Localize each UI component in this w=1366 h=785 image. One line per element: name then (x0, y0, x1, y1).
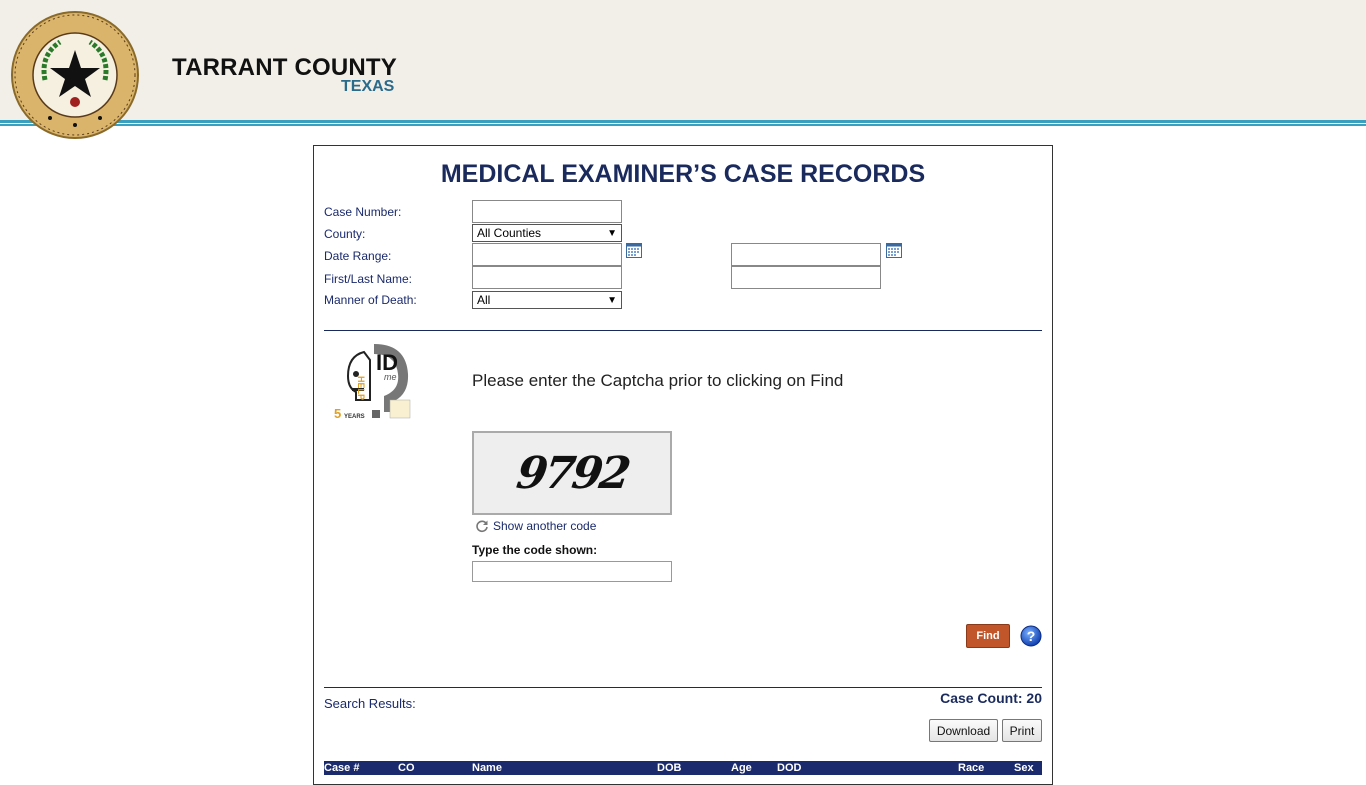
name-label: First/Last Name: (324, 272, 413, 286)
page-title: MEDICAL EXAMINER’S CASE RECORDS (440, 160, 926, 188)
manner-of-death-label: Manner of Death: (324, 293, 417, 307)
column-header-name[interactable]: Name (472, 762, 502, 774)
county-select[interactable]: All Counties ▼ (472, 224, 622, 242)
show-another-code-label: Show another code (493, 519, 597, 533)
find-button[interactable]: Find (966, 624, 1010, 648)
results-divider (324, 687, 1042, 688)
svg-text:YEARS: YEARS (344, 414, 365, 420)
print-button[interactable]: Print (1002, 719, 1042, 742)
column-header-sex[interactable]: Sex (1014, 762, 1034, 774)
download-button[interactable]: Download (929, 719, 998, 742)
svg-text:HELP: HELP (356, 376, 366, 400)
column-header-case[interactable]: Case # (324, 762, 359, 774)
captcha-instructions: Please enter the Captcha prior to clicki… (472, 371, 844, 390)
svg-text:?: ? (1027, 628, 1036, 644)
help-icon[interactable]: ? (1020, 625, 1042, 647)
header-divider-secondary (0, 124, 1366, 126)
svg-text:5: 5 (334, 406, 341, 421)
identify-me-logo: ID HELP me 5 YEARS (334, 344, 411, 421)
captcha-code-label: Type the code shown: (472, 543, 598, 557)
search-results-label: Search Results: (324, 696, 416, 711)
svg-text:me: me (384, 372, 397, 382)
county-label: County: (324, 227, 366, 241)
search-panel: MEDICAL EXAMINER’S CASE RECORDS Case Num… (313, 145, 1053, 785)
case-number-label: Case Number: (324, 205, 402, 219)
date-to-input[interactable] (731, 243, 881, 266)
results-table-header: Case # CO Name DOB Age DOD Race Sex (324, 761, 1042, 775)
column-header-dob[interactable]: DOB (657, 762, 681, 774)
column-header-age[interactable]: Age (731, 762, 752, 774)
column-header-race[interactable]: Race (958, 762, 984, 774)
case-number-input[interactable] (472, 200, 622, 223)
column-header-county[interactable]: CO (398, 762, 415, 774)
header-divider (0, 120, 1366, 123)
captcha-code-input[interactable] (472, 561, 672, 582)
calendar-icon[interactable] (886, 243, 902, 258)
section-divider (324, 330, 1042, 331)
county-selected-value: All Counties (477, 226, 542, 240)
chevron-down-icon: ▼ (607, 227, 617, 239)
date-from-input[interactable] (472, 243, 622, 266)
refresh-icon (476, 520, 488, 533)
manner-of-death-select[interactable]: All ▼ (472, 291, 622, 309)
county-seal-icon[interactable] (10, 10, 140, 140)
captcha-code: 9792 (513, 447, 631, 499)
chevron-down-icon: ▼ (607, 294, 617, 306)
show-another-code-link[interactable]: Show another code (475, 519, 596, 533)
date-range-label: Date Range: (324, 249, 392, 263)
last-name-input[interactable] (731, 266, 881, 289)
captcha-image: 9792 (472, 431, 672, 515)
manner-selected-value: All (477, 293, 491, 307)
case-count: Case Count: 20 (940, 690, 1042, 706)
county-subtitle: TEXAS (341, 78, 395, 95)
calendar-icon[interactable] (626, 243, 642, 258)
column-header-dod[interactable]: DOD (777, 762, 801, 774)
first-name-input[interactable] (472, 266, 622, 289)
